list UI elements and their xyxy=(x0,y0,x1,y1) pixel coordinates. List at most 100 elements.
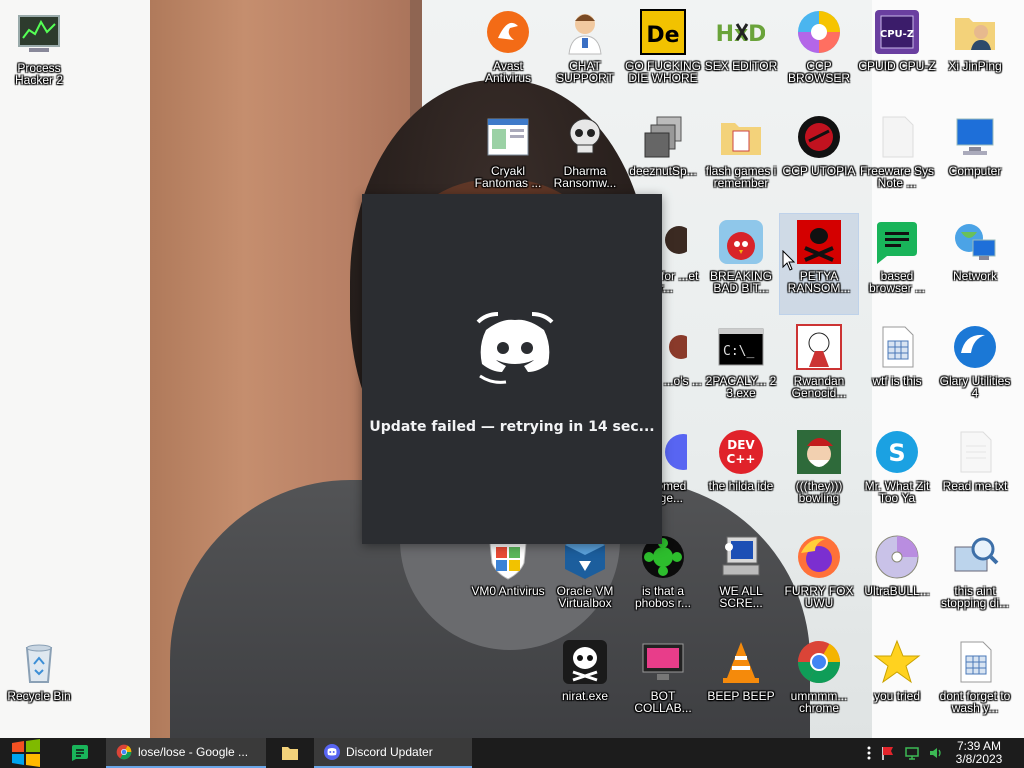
green-chat-icon xyxy=(877,222,917,264)
desktop-icon-hxd[interactable]: HxD SEX EDITOR xyxy=(702,4,780,104)
icon-label: WE ALL SCRE... xyxy=(719,584,763,610)
taskbar-discord-updater[interactable]: Discord Updater xyxy=(314,738,472,768)
vlc-icon xyxy=(723,642,759,683)
svg-text:De: De xyxy=(646,23,679,48)
santa-icon xyxy=(797,430,841,474)
icon-label: ummmm... chrome xyxy=(790,689,848,715)
desktop-icon-vmo[interactable]: VM0 Antivirus xyxy=(469,529,547,629)
angry-bird-icon xyxy=(719,220,763,264)
desktop-icon-process-hacker[interactable]: Process Hacker 2 xyxy=(0,6,78,106)
icon-label: Cryakl Fantomas ... xyxy=(474,164,542,190)
desktop-icon-recycle-bin[interactable]: Recycle Bin xyxy=(0,634,78,734)
volume-icon[interactable] xyxy=(928,745,944,761)
folder-icon xyxy=(282,747,298,760)
mouse-cursor-icon xyxy=(782,250,796,271)
desktop-icon-bowling[interactable]: (((they))) bowling xyxy=(780,424,858,524)
computer-error-icon xyxy=(722,536,760,576)
recycle-bin-icon xyxy=(25,644,53,683)
desktop-icon-readme[interactable]: Read me.txt xyxy=(936,424,1014,524)
icon-label: Mr. What Zit Too Ya xyxy=(864,479,930,505)
desktop-icon-wash[interactable]: dont forget to wash y... xyxy=(936,634,1014,734)
icon-label: Recycle Bin xyxy=(7,689,71,703)
desktop-icon-computer[interactable]: Computer xyxy=(936,109,1014,209)
desktop-icon-furry[interactable]: FURRY FOX UWU xyxy=(780,529,858,629)
desktop-icon-xi[interactable]: Xi JinPing xyxy=(936,4,1014,104)
taskbar-clock[interactable]: 7:39 AM 3/8/2023 xyxy=(944,740,1014,766)
network-tray-icon[interactable] xyxy=(904,745,920,761)
desktop-icon-glary[interactable]: Glary Utilities 4 xyxy=(936,319,1014,419)
overflow-dots-icon[interactable] xyxy=(866,745,872,761)
desktop-icon-stopping[interactable]: this aint stopping di... xyxy=(936,529,1014,629)
devcpp-icon: DEV C++ xyxy=(719,430,763,474)
icon-label: flash games i remember xyxy=(705,164,777,190)
desktop-icon-ccp-browser[interactable]: CCP BROWSER xyxy=(780,4,858,104)
desktop-icon-chat-support[interactable]: CHAT SUPPORT xyxy=(546,4,624,104)
desktop-icon-vbox[interactable]: Oracle VM Virtualbox xyxy=(546,529,624,629)
icon-label: Freeware Sys Note ... xyxy=(859,164,935,190)
icon-label: (((they))) bowling xyxy=(795,479,843,505)
desktop-icon-beep[interactable]: BEEP BEEP xyxy=(702,634,780,734)
red-skull-icon xyxy=(797,220,841,264)
icon-label: BREAKING BAD BIT... xyxy=(709,269,772,295)
icon-label: Rwandan Genocid... xyxy=(791,374,847,400)
icon-label: CCP BROWSER xyxy=(787,59,850,85)
desktop-icon-bot[interactable]: BOT COLLAB... xyxy=(624,634,702,734)
desktop-icon-avast[interactable]: Avast Antivirus xyxy=(469,4,547,104)
icon-label: CCP UTOPIA xyxy=(782,164,856,178)
desktop-icon-angry[interactable]: BREAKING BAD BIT... xyxy=(702,214,780,314)
blank-document-icon xyxy=(882,116,914,158)
desktop-icon-network[interactable]: Network xyxy=(936,214,1014,314)
desktop-icon-rwandan[interactable]: Rwandan Genocid... xyxy=(780,319,858,419)
desktop-icon-phobos[interactable]: is that a phobos r... xyxy=(624,529,702,629)
windows-logo-icon xyxy=(12,739,40,767)
icon-label: VM0 Antivirus xyxy=(471,584,545,598)
desktop-icon-ccp-utopia[interactable]: CCP UTOPIA xyxy=(780,109,858,209)
discord-updater-window[interactable]: Update failed — retrying in 14 sec... xyxy=(362,194,662,544)
desktop-icon-wtf[interactable]: wtf is this xyxy=(858,319,936,419)
desktop-icon-ultrabull[interactable]: UltraBULL... xyxy=(858,529,936,629)
taskbar-item-label: lose/lose - Google ... xyxy=(138,745,249,759)
svg-text:S: S xyxy=(888,439,905,467)
taskbar: lose/lose - Google ... Discord Updater 7… xyxy=(0,738,1024,768)
discord-logo-icon xyxy=(476,312,554,384)
icon-label: SEX EDITOR xyxy=(704,59,778,73)
folder-user-icon xyxy=(955,18,995,50)
taskbar-item-label: Discord Updater xyxy=(346,745,433,759)
taskbar-file-explorer[interactable] xyxy=(270,738,310,768)
network-icon xyxy=(955,224,996,260)
avast-icon xyxy=(487,11,529,53)
desktop-icon-weall[interactable]: WE ALL SCRE... xyxy=(702,529,780,629)
desktop-icon-devcpp[interactable]: DEV C++ the hilda ide xyxy=(702,424,780,524)
system-tray xyxy=(866,738,944,768)
action-center-flag-icon[interactable] xyxy=(880,745,896,761)
taskbar-pinned-app[interactable] xyxy=(60,738,100,768)
update-status-text: Update failed — retrying in 14 sec... xyxy=(369,419,655,435)
skype-icon: S xyxy=(876,431,918,473)
icon-label: FURRY FOX UWU xyxy=(784,584,854,610)
icon-label: Computer xyxy=(948,164,1002,178)
icon-label: you tried xyxy=(873,689,921,703)
text-file-icon xyxy=(960,431,992,473)
desktop-icon-freeware[interactable]: Freeware Sys Note ... xyxy=(858,109,936,209)
discord-icon xyxy=(324,744,340,760)
desktop-icon-cpuz[interactable]: CPU-Z CPUID CPU-Z xyxy=(858,4,936,104)
svg-text:CPU-Z: CPU-Z xyxy=(880,29,914,40)
desktop-icon-chrome[interactable]: ummmm... chrome xyxy=(780,634,858,734)
taskbar-chrome-window[interactable]: lose/lose - Google ... xyxy=(106,738,266,768)
icon-label: CPUID CPU-Z xyxy=(858,59,936,73)
red-disc-icon xyxy=(798,116,840,158)
icon-label: dont forget to wash y... xyxy=(939,689,1011,715)
desktop-icon-tried[interactable]: you tried xyxy=(858,634,936,734)
desktop-icon-nirat[interactable]: nirat.exe xyxy=(546,634,624,734)
chromium-icon xyxy=(798,11,840,53)
desktop-icon-flash[interactable]: flash games i remember xyxy=(702,109,780,209)
magnifier-computer-icon xyxy=(954,537,999,572)
desktop-icon-2pac[interactable]: C:\_ 2PACALY... 2 3.exe xyxy=(702,319,780,419)
desktop-icon-based[interactable]: based browser ... xyxy=(858,214,936,314)
svg-text:DEV: DEV xyxy=(727,438,755,452)
icon-label: CHAT SUPPORT xyxy=(556,59,614,85)
icon-label: Avast Antivirus xyxy=(484,59,531,85)
desktop-icon-skype[interactable]: S Mr. What Zit Too Ya xyxy=(858,424,936,524)
desktop-icon-de-app[interactable]: De GO FUCKING DIE WHORE xyxy=(624,4,702,104)
start-button[interactable] xyxy=(0,738,52,768)
